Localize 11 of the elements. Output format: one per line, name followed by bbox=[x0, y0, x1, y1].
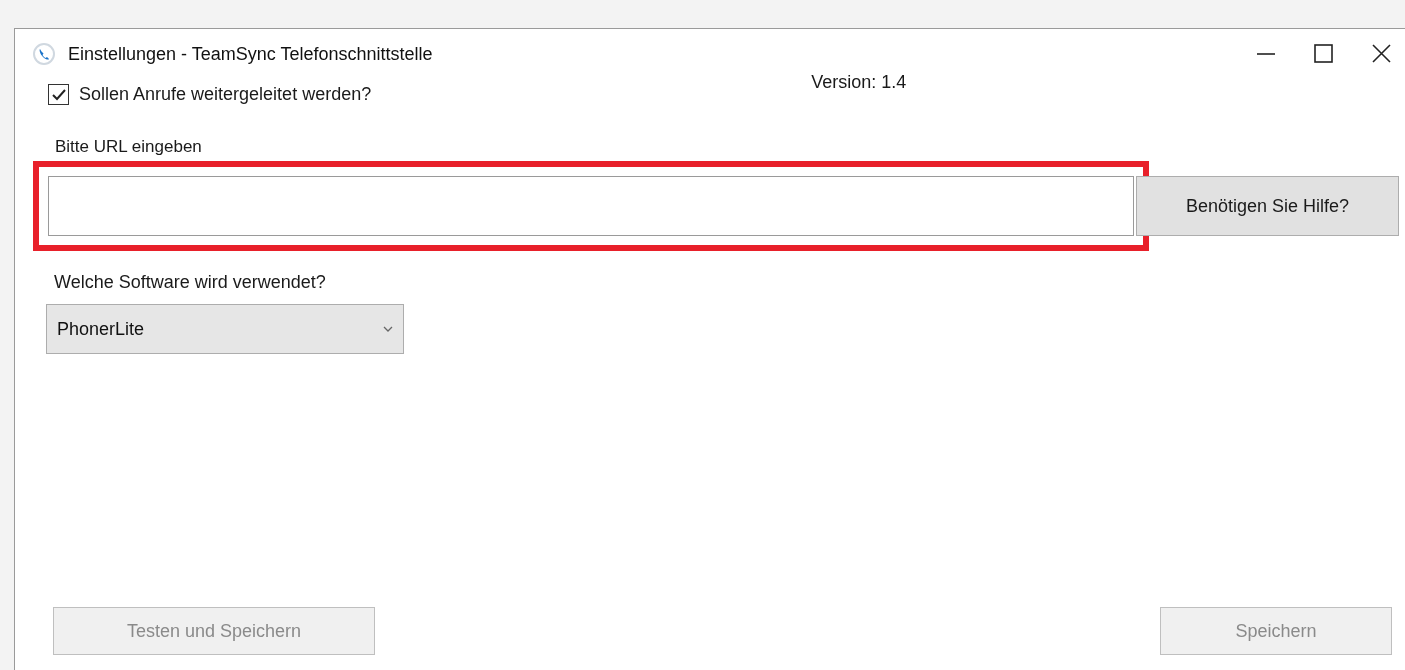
phone-icon bbox=[32, 42, 56, 66]
software-label: Welche Software wird verwendet? bbox=[54, 271, 326, 294]
chevron-down-icon bbox=[383, 326, 393, 332]
version-text: Version: 1.4 bbox=[811, 71, 907, 94]
software-dropdown[interactable]: PhonerLite bbox=[46, 304, 404, 354]
window-title: Einstellungen - TeamSync Telefonschnittstelle bbox=[68, 42, 433, 66]
checkbox-label: Sollen Anrufe weitergeleitet werden? bbox=[79, 83, 372, 106]
checkbox[interactable] bbox=[48, 84, 69, 105]
url-input-field[interactable] bbox=[48, 176, 1134, 236]
help-button[interactable]: Benötigen Sie Hilfe? bbox=[1136, 176, 1399, 236]
url-label: Bitte URL eingeben bbox=[55, 136, 202, 158]
